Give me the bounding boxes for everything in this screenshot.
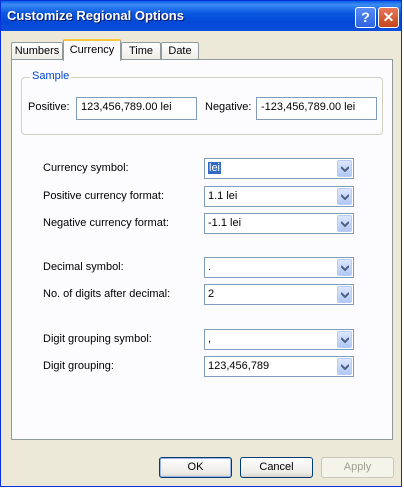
digit-grouping-combo[interactable]: 123,456,789 [204,356,354,377]
negative-currency-format-combo[interactable]: -1.1 lei [204,213,354,234]
dropdown-arrow-button[interactable] [337,286,352,303]
negative-currency-format-value: -1.1 lei [208,217,242,229]
cancel-button[interactable]: Cancel [240,457,313,478]
currency-symbol-combo[interactable]: lei [204,158,354,179]
decimal-symbol-value: . [208,261,212,273]
digit-grouping-label: Digit grouping: [43,360,114,372]
positive-currency-format-label: Positive currency format: [43,190,165,202]
digits-after-decimal-combo[interactable]: 2 [204,284,354,305]
positive-currency-format-value: 1.1 lei [208,190,238,202]
digit-grouping-symbol-combo[interactable]: , [204,329,354,350]
chevron-down-icon [341,265,349,271]
window-title: Customize Regional Options [7,8,184,23]
dropdown-arrow-button[interactable] [337,331,352,348]
chevron-down-icon [341,292,349,298]
chevron-down-icon [341,337,349,343]
sample-group: Sample Positive: 123,456,789.00 lei Nega… [21,70,383,135]
currency-symbol-value: lei [208,162,222,174]
positive-label: Positive: [28,101,70,113]
sample-group-label: Sample [30,70,72,82]
chevron-down-icon [341,166,349,172]
negative-currency-format-label: Negative currency format: [43,217,169,229]
title-bar[interactable]: Customize Regional Options ? ✕ [1,1,401,31]
chevron-down-icon [341,364,349,370]
digits-after-decimal-value: 2 [208,288,215,300]
chevron-down-icon [341,194,349,200]
positive-sample-field: 123,456,789.00 lei [76,97,197,120]
tab-date[interactable]: Date [161,42,199,60]
negative-sample-field: -123,456,789.00 lei [256,97,377,120]
positive-currency-format-combo[interactable]: 1.1 lei [204,186,354,207]
dropdown-arrow-button[interactable] [337,259,352,276]
chevron-down-icon [341,221,349,227]
tab-currency[interactable]: Currency [63,39,121,61]
help-button[interactable]: ? [355,7,376,28]
close-icon: ✕ [382,9,395,25]
decimal-symbol-label: Decimal symbol: [43,261,124,273]
close-button[interactable]: ✕ [378,7,399,28]
digits-after-decimal-label: No. of digits after decimal: [43,288,171,300]
dropdown-arrow-button[interactable] [337,358,352,375]
dropdown-arrow-button[interactable] [337,160,352,177]
negative-label: Negative: [205,101,252,113]
tab-numbers[interactable]: Numbers [11,42,63,60]
customize-regional-options-window: Customize Regional Options ? ✕ Numbers C… [0,0,402,487]
currency-tab-panel: Sample Positive: 123,456,789.00 lei Nega… [11,59,393,440]
tab-time[interactable]: Time [121,42,161,60]
digit-grouping-symbol-value: , [208,333,212,345]
decimal-symbol-combo[interactable]: . [204,257,354,278]
ok-button[interactable]: OK [159,457,232,478]
dropdown-arrow-button[interactable] [337,188,352,205]
digit-grouping-value: 123,456,789 [208,360,270,372]
dropdown-arrow-button[interactable] [337,215,352,232]
apply-button[interactable]: Apply [321,457,394,478]
currency-symbol-label: Currency symbol: [43,162,129,174]
digit-grouping-symbol-label: Digit grouping symbol: [43,333,152,345]
